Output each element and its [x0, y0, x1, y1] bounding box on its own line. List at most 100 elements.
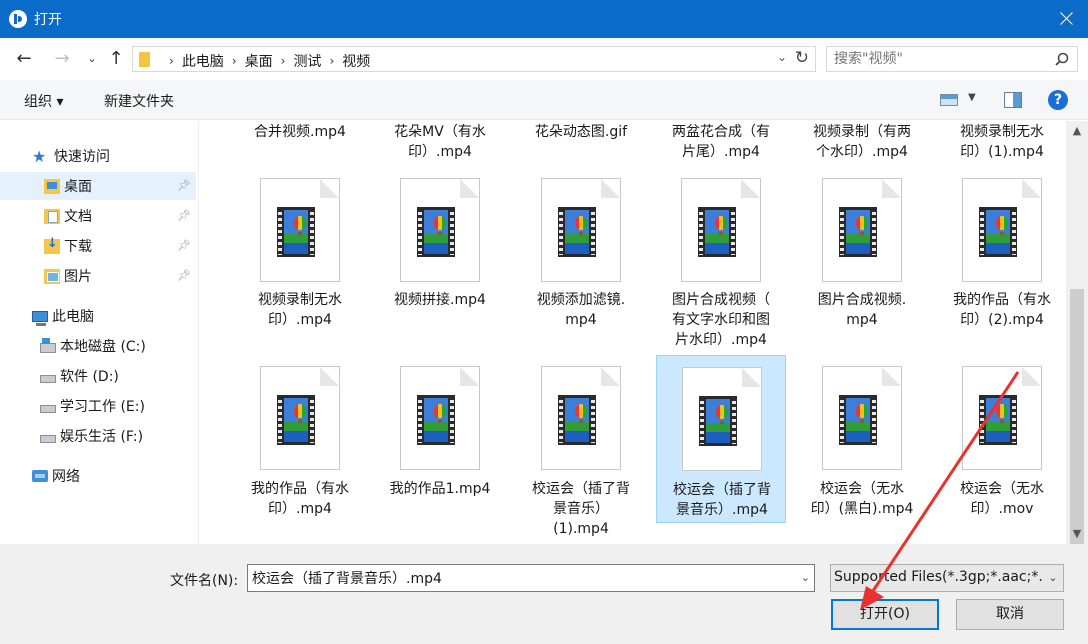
file-item[interactable]: 我的作品（有水 印）(2).mp4	[937, 177, 1066, 334]
sidebar-item-quick-access[interactable]: ★ 快速访问	[0, 142, 196, 170]
file-name-label: 印）(黑白).mp4	[810, 501, 914, 517]
sidebar-item-label: 图片	[64, 269, 92, 285]
file-item[interactable]: 我的作品1.mp4	[375, 355, 505, 503]
new-folder-button[interactable]: 新建文件夹	[104, 91, 174, 111]
help-icon[interactable]: ?	[1048, 90, 1068, 110]
breadcrumb-this-pc[interactable]: 此电脑	[182, 51, 224, 71]
breadcrumb-video[interactable]: 视频	[342, 51, 370, 71]
sidebar-item-label: 本地磁盘 (C:)	[60, 339, 146, 355]
sidebar-item-pictures[interactable]: 图片 📌︎	[0, 262, 196, 290]
pin-icon[interactable]: 📌︎	[177, 179, 191, 192]
file-item[interactable]: 我的作品（有水 印）.mp4	[235, 355, 365, 523]
back-arrow-icon[interactable]: ←	[12, 46, 36, 70]
file-item[interactable]: 校运会（无水 印）(黑白).mp4	[797, 355, 927, 523]
address-dropdown-chevron-icon[interactable]: ⌄	[777, 50, 787, 64]
sidebar-item-desktop[interactable]: 桌面 📌︎	[0, 172, 196, 200]
file-item[interactable]: 校运会（无水 印）.mov	[937, 355, 1066, 523]
sidebar-item-drive-f[interactable]: 娱乐生活 (F:)	[0, 422, 196, 450]
computer-icon	[32, 310, 48, 326]
pin-icon[interactable]: 📌︎	[177, 239, 191, 252]
filename-input[interactable]	[252, 569, 792, 587]
file-item[interactable]: 两盆花合成（有 片尾）.mp4	[656, 121, 786, 166]
file-item[interactable]: 花朵MV（有水 印）.mp4	[375, 121, 505, 166]
search-box[interactable]	[826, 46, 1078, 72]
organize-button[interactable]: 组织 ▾	[24, 91, 63, 111]
file-name-label: 片水印）.mp4	[675, 332, 767, 348]
sidebar-item-network[interactable]: 网络	[0, 462, 196, 490]
drive-icon	[40, 435, 56, 443]
desktop-folder-icon	[44, 178, 60, 194]
file-item[interactable]: 校运会（插了背 景音乐）.mp4	[656, 355, 786, 523]
breadcrumb-desktop[interactable]: 桌面	[245, 51, 273, 71]
pin-icon[interactable]: 📌︎	[177, 209, 191, 222]
sidebar-item-drive-c[interactable]: 本地磁盘 (C:)	[0, 332, 196, 360]
sidebar-item-label: 文档	[64, 209, 92, 225]
file-name-label: 个水印）.mp4	[816, 144, 908, 160]
file-item[interactable]: 视频拼接.mp4	[375, 177, 505, 314]
file-name-label: 视频拼接.mp4	[394, 292, 486, 308]
forward-arrow-icon[interactable]: →	[50, 46, 74, 70]
breadcrumb-separator[interactable]: ›	[281, 54, 286, 68]
command-bar: 组织 ▾ 新建文件夹 ▼ ?	[0, 80, 1088, 120]
file-item[interactable]: 视频录制无水 印）(1).mp4	[937, 121, 1066, 166]
filetype-dropdown-chevron-icon[interactable]: ⌄	[1043, 565, 1063, 591]
drive-icon	[40, 405, 56, 413]
sidebar-item-drive-e[interactable]: 学习工作 (E:)	[0, 392, 196, 420]
file-item[interactable]: 校运会（插了背 景音乐） (1).mp4	[516, 355, 646, 543]
search-icon[interactable]	[1055, 52, 1069, 66]
up-arrow-icon[interactable]: ↑	[104, 46, 128, 70]
breadcrumb-test[interactable]: 测试	[293, 51, 321, 71]
title-bar: 打开	[0, 0, 1088, 38]
close-button[interactable]	[1042, 0, 1088, 38]
address-bar[interactable]: › 此电脑 › 桌面 › 测试 › 视频 ⌄ ↻	[132, 46, 816, 72]
file-name-label: 印）.mp4	[268, 312, 332, 328]
file-name-label: 校运会（插了背	[532, 481, 630, 497]
search-input[interactable]	[834, 50, 1044, 68]
vertical-scrollbar[interactable]: ▲ ▼	[1066, 121, 1088, 545]
video-file-icon	[541, 178, 621, 282]
scrollbar-thumb[interactable]	[1070, 289, 1084, 545]
recent-locations-chevron-icon[interactable]: ⌄	[80, 46, 104, 70]
network-icon	[32, 470, 48, 482]
file-item[interactable]: 视频录制（有两 个水印）.mp4	[797, 121, 927, 166]
file-item[interactable]: 图片合成视频（ 有文字水印和图 片水印）.mp4	[656, 177, 786, 354]
scroll-up-arrow-icon[interactable]: ▲	[1066, 121, 1088, 141]
view-options-chevron-icon[interactable]: ▼	[968, 92, 976, 103]
filename-field[interactable]: ⌄	[247, 564, 815, 592]
sidebar-item-label: 网络	[52, 469, 80, 485]
breadcrumb-separator[interactable]: ›	[232, 54, 237, 68]
video-file-icon	[822, 178, 902, 282]
file-item[interactable]: 视频录制无水 印）.mp4	[235, 177, 365, 334]
file-name-label: 我的作品（有水	[953, 292, 1051, 308]
file-item[interactable]: 花朵动态图.gif	[516, 121, 646, 146]
sidebar-item-drive-d[interactable]: 软件 (D:)	[0, 362, 196, 390]
file-name-label: 花朵动态图.gif	[534, 124, 628, 140]
sidebar-item-downloads[interactable]: 下载 📌︎	[0, 232, 196, 260]
scroll-down-arrow-icon[interactable]: ▼	[1066, 524, 1088, 544]
file-item[interactable]: 图片合成视频. mp4	[797, 177, 927, 334]
file-name-label: 有文字水印和图	[672, 312, 770, 328]
sidebar-item-this-pc[interactable]: 此电脑	[0, 302, 196, 330]
file-item[interactable]: 视频添加滤镜. mp4	[516, 177, 646, 334]
file-item[interactable]: 合并视频.mp4	[235, 121, 365, 146]
star-icon: ★	[32, 146, 47, 166]
filename-dropdown-chevron-icon[interactable]: ⌄	[801, 571, 810, 584]
sidebar-item-documents[interactable]: 文档 📌︎	[0, 202, 196, 230]
filetype-select[interactable]: Supported Files(*.3gp;*.aac;*. ⌄	[830, 564, 1064, 592]
pin-icon[interactable]: 📌︎	[177, 269, 191, 282]
sidebar-item-label: 下载	[64, 239, 92, 255]
cancel-button[interactable]: 取消	[956, 599, 1064, 630]
open-button[interactable]: 打开(O)	[831, 599, 939, 630]
breadcrumb-separator[interactable]: ›	[329, 54, 334, 68]
file-name-label: mp4	[846, 312, 878, 328]
file-name-label: mp4	[565, 312, 597, 328]
change-view-icon[interactable]	[940, 94, 958, 106]
file-name-label: 印）(1).mp4	[960, 144, 1044, 160]
file-name-label: 花朵MV（有水	[394, 124, 486, 140]
sidebar-item-label: 软件 (D:)	[60, 369, 119, 385]
refresh-icon[interactable]: ↻	[795, 48, 809, 68]
file-list[interactable]: 合并视频.mp4 花朵MV（有水 印）.mp4 花朵动态图.gif 两盆花合成（有 片尾）…	[200, 121, 1066, 544]
file-name-label: (1).mp4	[553, 521, 609, 537]
preview-pane-icon[interactable]	[1004, 92, 1022, 108]
video-file-icon	[260, 178, 340, 282]
